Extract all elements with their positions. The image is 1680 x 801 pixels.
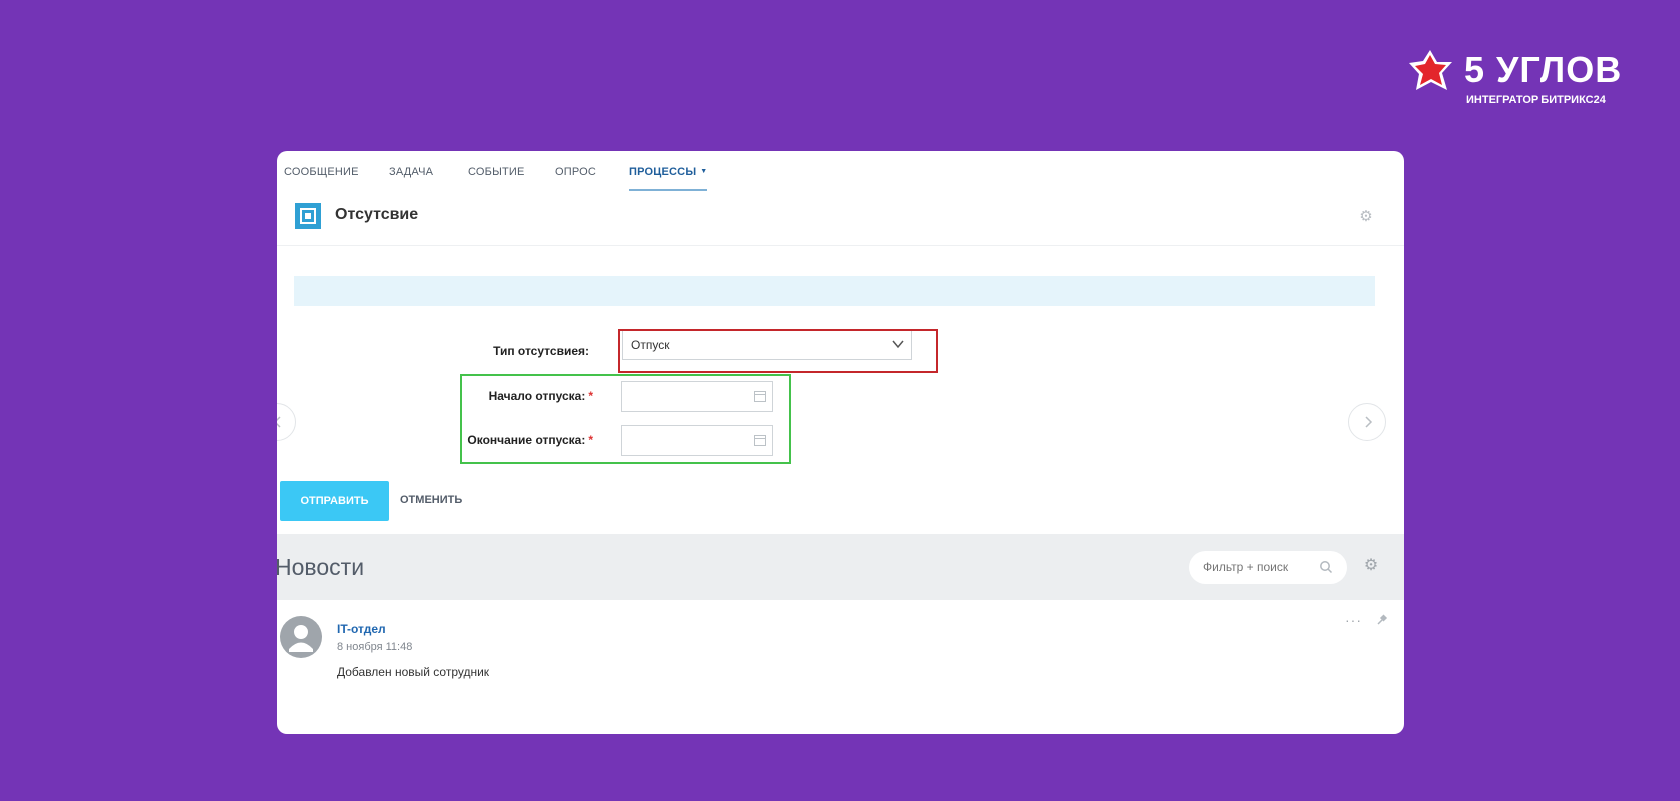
vacation-end-label: Окончание отпуска: * — [452, 433, 593, 447]
caret-down-icon: ▼ — [700, 168, 708, 175]
filter-search-box[interactable] — [1189, 551, 1347, 584]
news-settings-gear-icon[interactable]: ⚙ — [1362, 557, 1380, 575]
news-title: Новости — [277, 554, 365, 580]
absence-type-label: Тип отсутсвиея: — [493, 344, 589, 358]
process-app-icon — [295, 203, 321, 229]
vacation-start-label: Начало отпуска: * — [467, 389, 593, 403]
absence-type-value: Отпуск — [631, 338, 670, 352]
brand-tagline: ИНТЕГРАТОР БИТРИКС24 — [1466, 94, 1606, 106]
settings-gear-icon[interactable]: ⚙ — [1358, 209, 1374, 225]
required-mark: * — [588, 389, 593, 403]
user-icon — [289, 625, 313, 652]
vacation-start-label-text: Начало отпуска: — [488, 389, 586, 403]
post-author[interactable]: IT-отдел — [337, 622, 386, 636]
screenshot-card: СООБЩЕНИЕ ЗАДАЧА СОБЫТИЕ ОПРОС ПРОЦЕССЫ ▼… — [277, 151, 1404, 734]
slide: 5 УГЛОВ ИНТЕГРАТОР БИТРИКС24 СООБЩЕНИЕ З… — [0, 0, 1680, 801]
chevron-left-icon — [277, 416, 281, 428]
calendar-icon[interactable] — [754, 391, 766, 402]
search-input[interactable] — [1203, 560, 1313, 574]
calendar-icon[interactable] — [754, 435, 766, 446]
cancel-button[interactable]: ОТМЕНИТЬ — [400, 494, 462, 506]
required-mark: * — [588, 433, 593, 447]
brand-name: 5 УГЛОВ — [1464, 49, 1623, 90]
news-bar: Новости ⚙ — [277, 534, 1404, 600]
previous-arrow-button[interactable] — [277, 403, 296, 441]
post-date: 8 ноября 11:48 — [337, 641, 413, 653]
post-type-tabs: СООБЩЕНИЕ ЗАДАЧА СОБЫТИЕ ОПРОС ПРОЦЕССЫ ▼ — [277, 151, 1404, 193]
process-title: Отсутсвие — [335, 206, 419, 223]
next-arrow-button[interactable] — [1348, 403, 1386, 441]
tab-event[interactable]: СОБЫТИЕ — [468, 166, 525, 178]
chevron-right-icon — [1365, 416, 1373, 428]
more-options-icon[interactable]: ··· — [1345, 612, 1362, 628]
star-logo-icon — [1409, 50, 1452, 90]
avatar — [280, 616, 322, 658]
absence-type-select[interactable]: Отпуск — [622, 329, 912, 360]
send-button[interactable]: ОТПРАВИТЬ — [280, 481, 389, 521]
post-text: Добавлен новый сотрудник — [337, 665, 490, 679]
info-bar — [294, 276, 1375, 306]
chevron-down-icon — [892, 340, 904, 349]
tab-message[interactable]: СООБЩЕНИЕ — [284, 166, 359, 178]
tab-task[interactable]: ЗАДАЧА — [389, 166, 433, 178]
vacation-end-field[interactable] — [621, 425, 773, 456]
process-header: Отсутсвие ⚙ — [277, 199, 1404, 246]
pin-icon[interactable] — [1375, 613, 1389, 627]
tab-poll[interactable]: ОПРОС — [555, 166, 596, 178]
vacation-end-label-text: Окончание отпуска: — [467, 433, 586, 447]
brand-logo: 5 УГЛОВ ИНТЕГРАТОР БИТРИКС24 — [1408, 48, 1621, 108]
vacation-start-field[interactable] — [621, 381, 773, 412]
tab-processes[interactable]: ПРОЦЕССЫ ▼ — [629, 166, 708, 191]
tab-processes-label: ПРОЦЕССЫ — [629, 166, 697, 178]
feed-post: IT-отдел 8 ноября 11:48 Добавлен новый с… — [277, 600, 1404, 734]
search-icon[interactable] — [1319, 560, 1333, 574]
